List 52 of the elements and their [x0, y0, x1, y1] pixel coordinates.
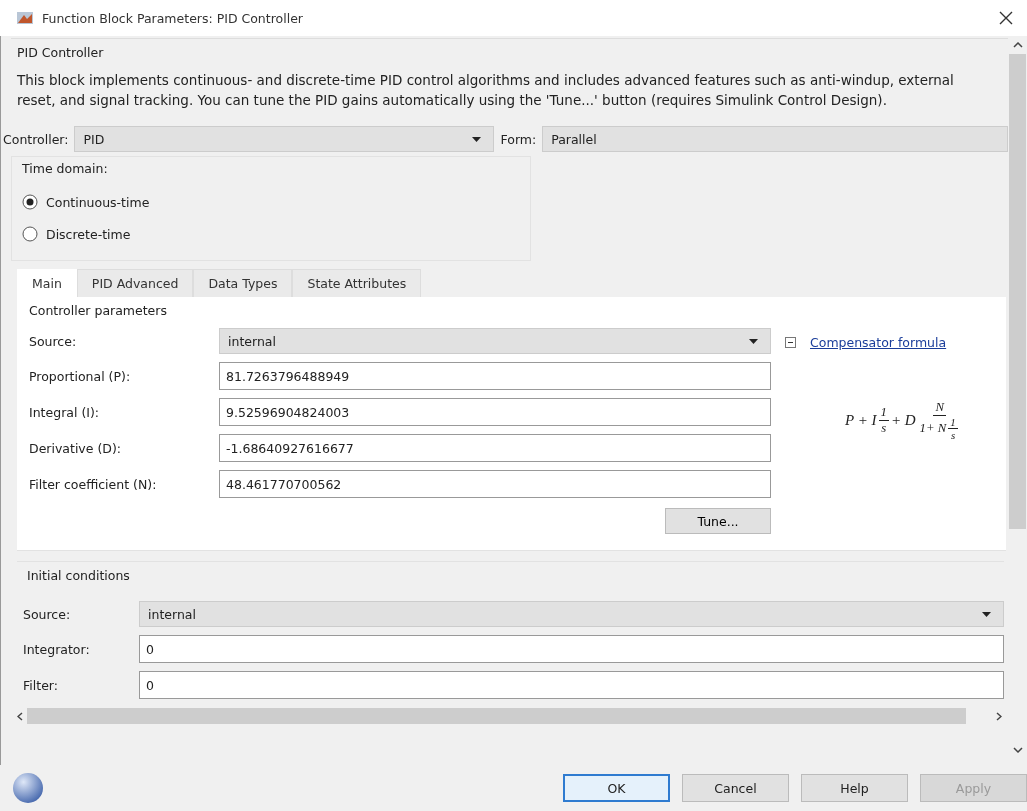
field-label: Proportional (P):: [28, 368, 132, 384]
app-icon: [16, 10, 34, 26]
field-label: Filter coefficient (N):: [28, 476, 158, 492]
scroll-left-icon[interactable]: [17, 711, 23, 721]
dialog-button[interactable]: Help: [801, 774, 908, 802]
source-dropdown[interactable]: internal: [219, 328, 771, 354]
input-field[interactable]: 9.52596904824003: [219, 398, 771, 426]
dialog-button[interactable]: OK: [563, 774, 670, 802]
group-title: Initial conditions: [27, 568, 131, 583]
field-label: Integral (I):: [28, 404, 101, 420]
tune-button[interactable]: Tune...: [665, 508, 771, 534]
form-label: Form:: [500, 131, 537, 147]
tab[interactable]: Data Types: [193, 269, 293, 297]
source-dropdown[interactable]: internal: [139, 601, 1004, 627]
controller-dropdown[interactable]: PID: [74, 126, 495, 152]
input-field[interactable]: -1.68640927616677: [219, 434, 771, 462]
group-title: Time domain:: [22, 161, 109, 176]
radio-button[interactable]: [22, 194, 38, 210]
field-label: Source:: [23, 606, 72, 622]
field-label: Integrator:: [23, 641, 91, 657]
caret-icon: [749, 338, 758, 344]
tab[interactable]: Main: [17, 269, 77, 297]
scroll-up-icon[interactable]: [1012, 42, 1023, 48]
field-label: Source:: [28, 333, 78, 349]
input-field[interactable]: 0: [139, 635, 1004, 663]
scrollbar-thumb[interactable]: [1009, 54, 1026, 529]
scroll-right-icon[interactable]: [996, 711, 1002, 721]
scroll-down-icon[interactable]: [1012, 747, 1023, 753]
controller-label: Controller:: [3, 131, 69, 147]
block-description: This block implements continuous- and discrete-time PID control algorithms and includes advanced features such as anti-windup, external reset, and signal tracking. You can tune the PID gains automatically using the 'Tune...' button (requires Simulink Control Design).: [17, 71, 955, 110]
radio-label: Discrete-time: [46, 226, 131, 242]
compensator-formula-link[interactable]: Compensator formula: [810, 334, 947, 350]
tab[interactable]: State Attributes: [292, 269, 422, 297]
field-label: Filter:: [23, 677, 59, 693]
caret-icon: [982, 611, 991, 617]
help-icon[interactable]: [12, 772, 44, 804]
caret-icon: [472, 136, 482, 142]
input-field[interactable]: 0: [139, 671, 1004, 699]
window-title: Function Block Parameters: PID Controller: [42, 10, 304, 26]
group-title: PID Controller: [17, 45, 105, 60]
input-field[interactable]: 48.461770700562: [219, 470, 771, 498]
scrollbar-thumb[interactable]: [27, 708, 966, 724]
dialog-button[interactable]: Cancel: [682, 774, 789, 802]
form-dropdown[interactable]: Parallel: [542, 126, 1008, 152]
collapse-icon[interactable]: [785, 336, 796, 348]
radio-label: Continuous-time: [46, 194, 150, 210]
group-title: Controller parameters: [29, 303, 168, 318]
close-icon[interactable]: [999, 11, 1013, 25]
field-label: Derivative (D):: [28, 440, 122, 456]
input-field[interactable]: 81.7263796488949: [219, 362, 771, 390]
tab[interactable]: PID Advanced: [76, 269, 194, 297]
radio-button[interactable]: [22, 226, 38, 242]
